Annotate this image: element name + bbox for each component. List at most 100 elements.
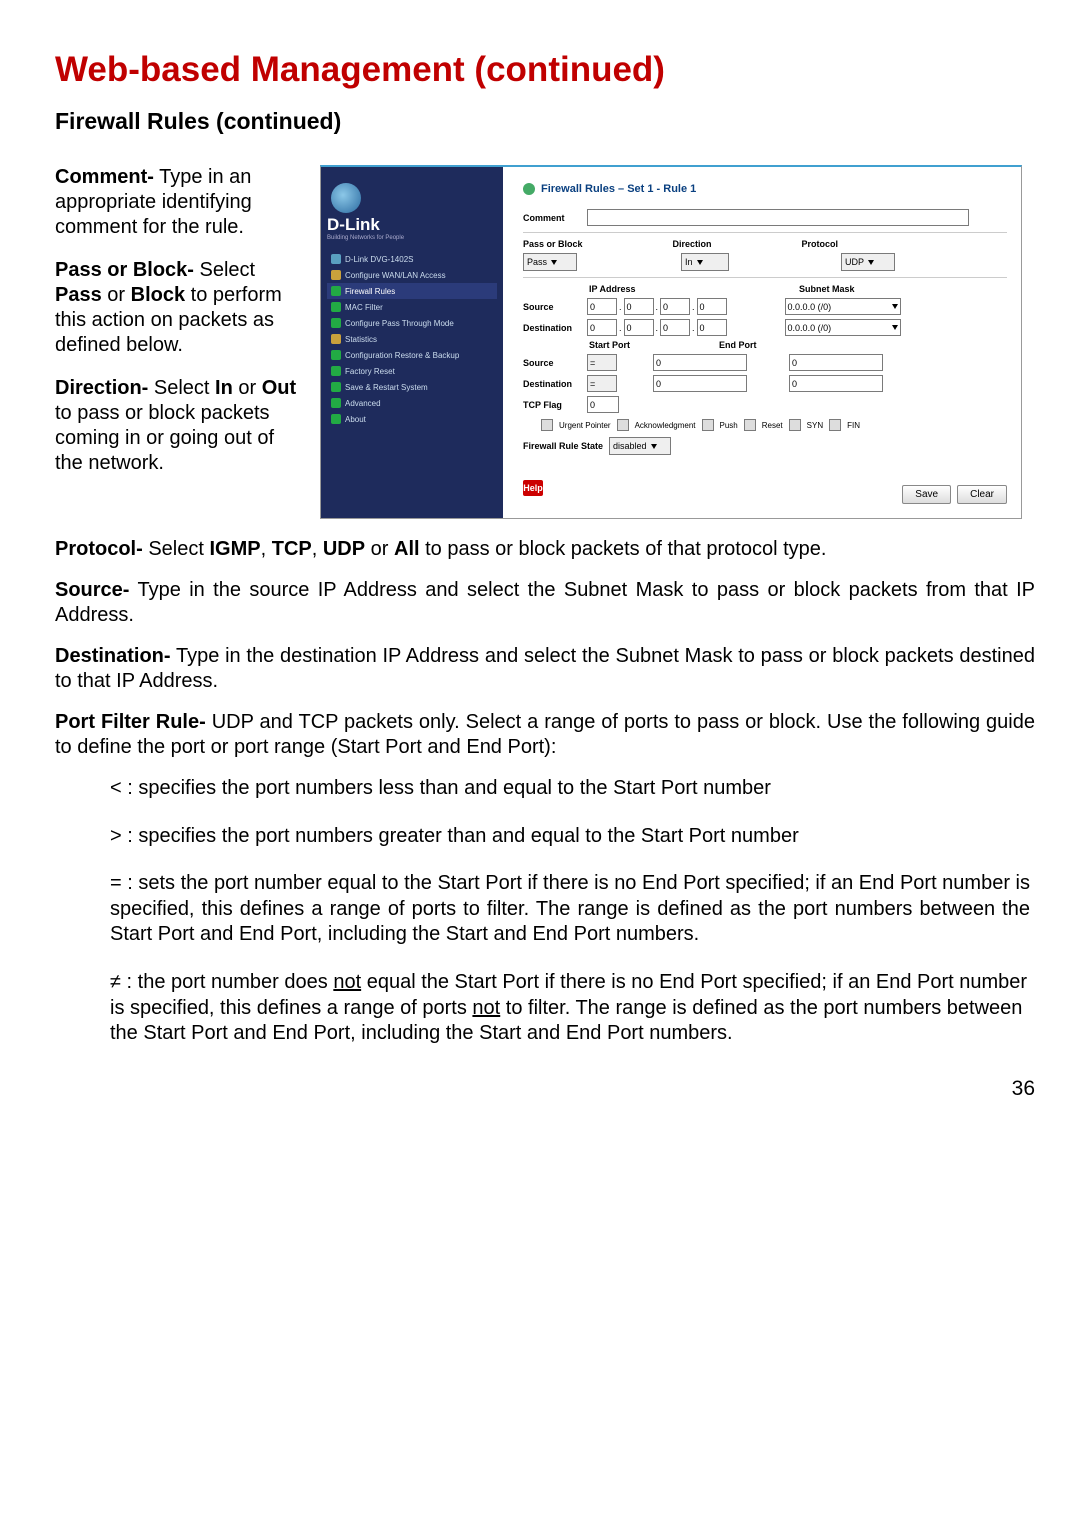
chevron-down-icon: [651, 444, 657, 449]
subtitle: Firewall Rules (continued): [55, 108, 1035, 135]
shot-sidebar: D-Link Building Networks for People D-Li…: [321, 167, 503, 518]
clear-button[interactable]: Clear: [957, 485, 1007, 504]
shot-main: Firewall Rules – Set 1 - Rule 1 Comment …: [503, 167, 1021, 518]
portfilter-para: Port Filter Rule- UDP and TCP packets on…: [55, 710, 1035, 760]
dest-row-label: Destination: [523, 379, 581, 389]
chevron-down-icon: [892, 304, 898, 309]
left-column-text: Comment- Type in an appropriate identify…: [55, 165, 300, 494]
nav-item[interactable]: Configure WAN/LAN Access: [327, 267, 497, 283]
nav-item[interactable]: Firewall Rules: [327, 283, 497, 299]
cb-ack[interactable]: [617, 419, 629, 431]
direction-label: Direction: [673, 239, 712, 249]
port-op-select[interactable]: =: [587, 375, 617, 392]
cb-urgent[interactable]: [541, 419, 553, 431]
guide-eq: = : sets the port number equal to the St…: [110, 871, 1030, 948]
comment-input[interactable]: [587, 209, 969, 226]
endport-header: End Port: [719, 340, 869, 350]
device-icon: [331, 254, 341, 264]
ip-octet-input[interactable]: 0: [697, 319, 727, 336]
device-node[interactable]: D-Link DVG-1402S: [327, 251, 497, 267]
logo: D-Link Building Networks for People: [327, 183, 497, 241]
folder-icon: [331, 270, 341, 280]
source-mask-select[interactable]: 0.0.0.0 (/0): [785, 298, 901, 315]
dest-ip: 0. 0. 0. 0: [587, 319, 727, 336]
cb-fin[interactable]: [829, 419, 841, 431]
ip-octet-input[interactable]: 0: [660, 319, 690, 336]
page-icon: [331, 350, 341, 360]
direction-label: Direction-: [55, 377, 148, 399]
brand-text: D-Link: [327, 215, 497, 235]
nav-item[interactable]: Statistics: [327, 331, 497, 347]
ip-header: IP Address: [589, 284, 799, 294]
cb-syn[interactable]: [789, 419, 801, 431]
page-icon: [331, 366, 341, 376]
source-ip: 0. 0. 0. 0: [587, 298, 727, 315]
gear-icon: [523, 183, 535, 195]
guide-gt: > : specifies the port numbers greater t…: [110, 824, 1030, 850]
brand-sub: Building Networks for People: [327, 235, 497, 241]
ip-octet-input[interactable]: 0: [697, 298, 727, 315]
panel-title: Firewall Rules – Set 1 - Rule 1: [523, 183, 1007, 195]
dest-mask-select[interactable]: 0.0.0.0 (/0): [785, 319, 901, 336]
ip-octet-input[interactable]: 0: [624, 298, 654, 315]
source-para: Source- Type in the source IP Address an…: [55, 578, 1035, 628]
nav-item[interactable]: Factory Reset: [327, 363, 497, 379]
chevron-down-icon: [697, 260, 703, 265]
pass-block-label: Pass or Block: [523, 239, 583, 249]
endport-input[interactable]: 0: [789, 354, 883, 371]
comment-field-label: Comment: [523, 213, 581, 223]
nav-item[interactable]: Advanced: [327, 395, 497, 411]
page-number: 36: [55, 1077, 1035, 1101]
page-icon: [331, 318, 341, 328]
protocol-label: Protocol: [802, 239, 839, 249]
dest-row-label: Destination: [523, 323, 581, 333]
endport-input[interactable]: 0: [789, 375, 883, 392]
cb-reset[interactable]: [744, 419, 756, 431]
startport-header: Start Port: [589, 340, 719, 350]
guide-ne: ≠ : the port number does not equal the S…: [110, 970, 1030, 1047]
globe-icon: [331, 183, 361, 213]
comment-label: Comment-: [55, 166, 154, 188]
nav-item[interactable]: Save & Restart System: [327, 379, 497, 395]
page-icon: [331, 414, 341, 424]
folder-icon: [331, 334, 341, 344]
pass-select[interactable]: Pass: [523, 253, 577, 271]
source-row-label: Source: [523, 302, 581, 312]
page-icon: [331, 302, 341, 312]
help-button[interactable]: Help: [523, 480, 543, 496]
pass-label: Pass or Block-: [55, 259, 194, 281]
admin-screenshot: D-Link Building Networks for People D-Li…: [320, 165, 1022, 519]
chevron-down-icon: [868, 260, 874, 265]
protocol-select[interactable]: UDP: [841, 253, 895, 271]
ip-octet-input[interactable]: 0: [587, 298, 617, 315]
startport-input[interactable]: 0: [653, 354, 747, 371]
chevron-down-icon: [892, 325, 898, 330]
cb-push[interactable]: [702, 419, 714, 431]
guide-lt: < : specifies the port numbers less than…: [110, 776, 1030, 802]
page-icon: [331, 382, 341, 392]
nav-item[interactable]: About: [327, 411, 497, 427]
protocol-para: Protocol- Select IGMP, TCP, UDP or All t…: [55, 537, 1035, 562]
ip-octet-input[interactable]: 0: [624, 319, 654, 336]
chevron-down-icon: [551, 260, 557, 265]
nav-item[interactable]: MAC Filter: [327, 299, 497, 315]
startport-input[interactable]: 0: [653, 375, 747, 392]
direction-select[interactable]: In: [681, 253, 729, 271]
source-row-label: Source: [523, 358, 581, 368]
state-select[interactable]: disabled: [609, 437, 671, 455]
ip-octet-input[interactable]: 0: [587, 319, 617, 336]
port-op-select[interactable]: =: [587, 354, 617, 371]
page-title: Web-based Management (continued): [55, 50, 1035, 90]
tcpflag-input[interactable]: 0: [587, 396, 619, 413]
nav-item[interactable]: Configure Pass Through Mode: [327, 315, 497, 331]
port-guide: < : specifies the port numbers less than…: [110, 776, 1030, 1047]
destination-para: Destination- Type in the destination IP …: [55, 644, 1035, 694]
nav-item[interactable]: Configuration Restore & Backup: [327, 347, 497, 363]
state-label: Firewall Rule State: [523, 441, 603, 451]
mask-header: Subnet Mask: [799, 284, 949, 294]
tcpflag-label: TCP Flag: [523, 400, 581, 410]
save-button[interactable]: Save: [902, 485, 951, 504]
page-icon: [331, 286, 341, 296]
ip-octet-input[interactable]: 0: [660, 298, 690, 315]
page-icon: [331, 398, 341, 408]
